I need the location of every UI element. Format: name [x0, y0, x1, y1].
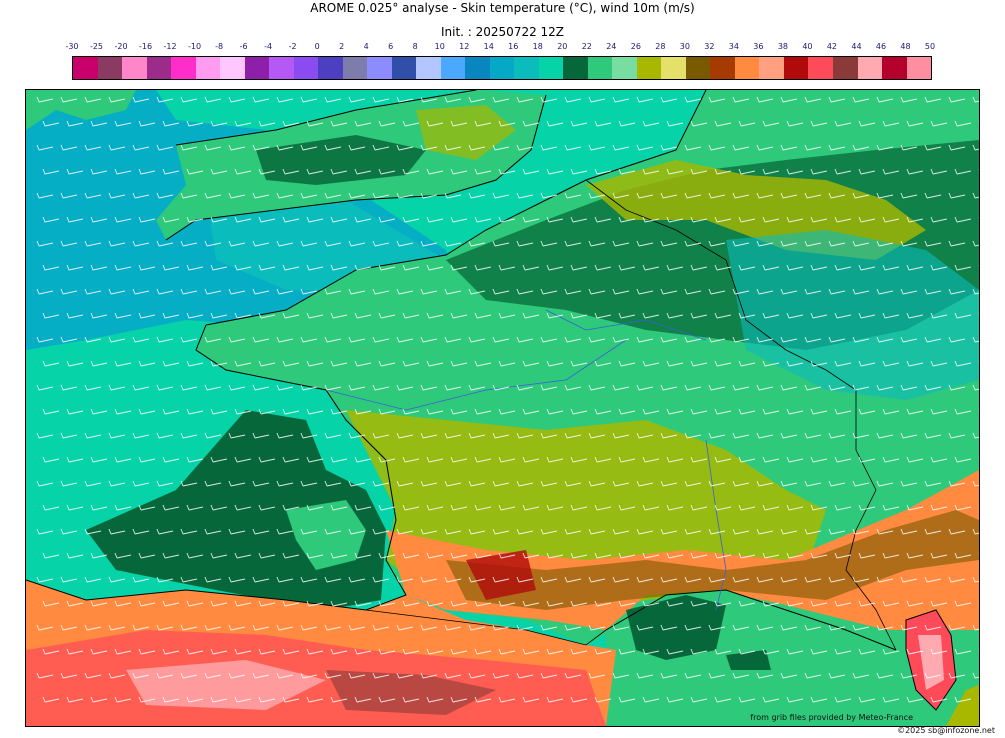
temperature-map[interactable] — [25, 89, 980, 727]
legend-swatch — [514, 57, 539, 79]
legend-swatch — [636, 57, 662, 79]
legend-swatch — [220, 57, 245, 79]
legend-swatch — [367, 57, 392, 79]
data-source-credit: from grib files provided by Meteo-France — [750, 713, 913, 722]
legend-swatch — [808, 57, 833, 79]
legend-labels: -30 -25 -20 -16 -12 -10 -8 -6 -4 -2 0 2 4 6 8 10 12 14 16 1… — [65, 42, 935, 54]
legend-swatch — [661, 57, 686, 79]
legend-swatch — [882, 57, 907, 79]
legend-swatch — [195, 57, 221, 79]
legend-swatch — [244, 57, 270, 79]
legend-swatch — [122, 57, 147, 79]
map-subtitle: Init. : 20250722 12Z — [440, 25, 565, 39]
copyright-credit: ©2025 sb@infozone.net — [897, 726, 995, 735]
legend-swatch — [759, 57, 784, 79]
legend-swatch — [97, 57, 123, 79]
map-title: AROME 0.025° analyse - Skin temperature … — [310, 1, 695, 15]
legend-swatch — [269, 57, 294, 79]
legend-swatch — [734, 57, 760, 79]
legend-swatch — [783, 57, 809, 79]
legend-swatch — [685, 57, 711, 79]
map-svg — [26, 90, 979, 726]
legend-tick-label: 50 — [924, 42, 936, 51]
legend-swatch — [171, 57, 196, 79]
legend-swatch — [710, 57, 735, 79]
legend-swatch — [612, 57, 637, 79]
legend-swatch — [342, 57, 368, 79]
legend-swatch — [440, 57, 466, 79]
legend-swatch — [563, 57, 588, 79]
legend-swatch — [857, 57, 883, 79]
legend-swatch — [906, 57, 932, 79]
legend-swatch — [832, 57, 858, 79]
legend-swatch — [293, 57, 319, 79]
legend-swatch — [538, 57, 564, 79]
legend-swatch — [465, 57, 490, 79]
legend-swatch — [587, 57, 613, 79]
legend-swatch — [73, 57, 98, 79]
legend-swatch — [318, 57, 343, 79]
legend-swatch — [146, 57, 172, 79]
legend-swatch — [489, 57, 515, 79]
legend-swatch — [391, 57, 417, 79]
color-legend — [72, 56, 932, 80]
legend-swatch — [416, 57, 441, 79]
